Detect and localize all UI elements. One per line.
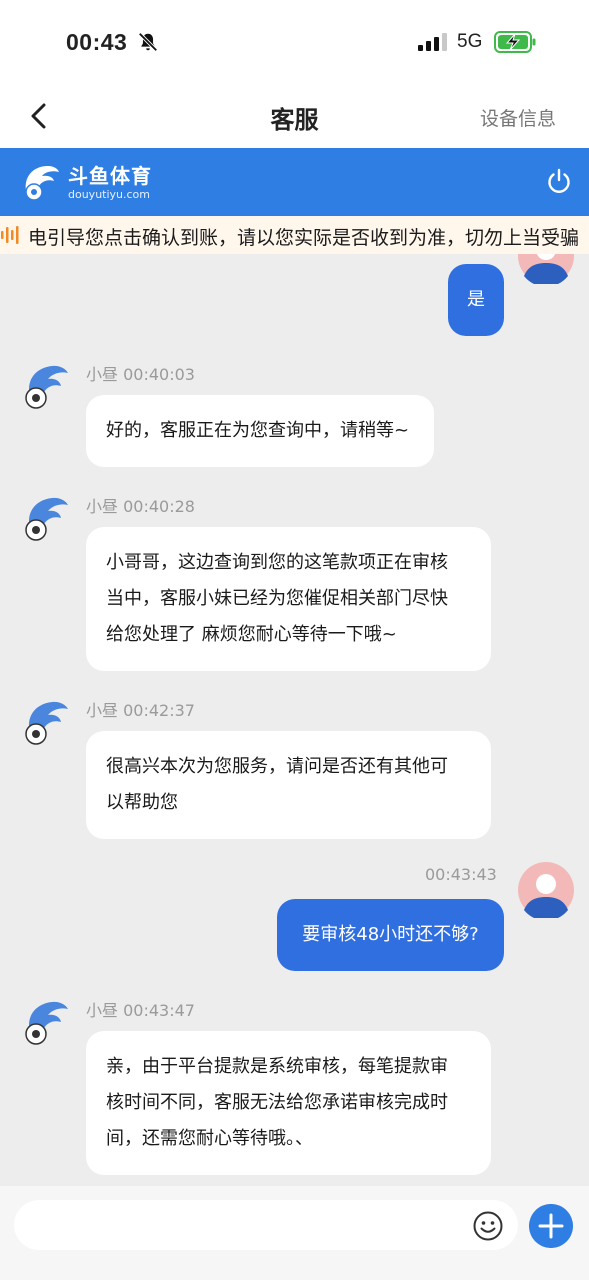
agent-meta: 小昼 00:43:47 — [86, 997, 195, 1021]
network-type: 5G — [457, 31, 483, 52]
user-avatar-icon — [518, 862, 574, 918]
chat-input-bar — [0, 1186, 589, 1280]
sound-wave-icon — [1, 226, 19, 244]
my-message-bubble: 要审核48小时还不够? — [277, 899, 504, 971]
power-icon[interactable] — [545, 167, 573, 195]
agent-meta: 小昼 00:42:37 — [86, 697, 195, 721]
message-time: 00:43:43 — [425, 865, 497, 884]
brand-url: douyutiyu.com — [68, 188, 151, 201]
message-line: 给您处理了 麻烦您耐心等待一下哦~ — [106, 624, 397, 645]
agent-avatar-icon — [25, 365, 68, 409]
message-time: 00:43:47 — [123, 1001, 195, 1020]
message-line: 小哥哥，这边查询到您的这笔款项正在审核 — [106, 552, 448, 573]
agent-name: 小昼 — [86, 1001, 119, 1020]
nav-bar: 客服 设备信息 — [0, 84, 589, 148]
message-input[interactable] — [14, 1200, 518, 1250]
add-attachment-button[interactable] — [529, 1204, 573, 1248]
agent-avatar-icon — [25, 497, 68, 541]
agent-message-bubble: 亲，由于平台提款是系统审核，每笔提款审 核时间不同，客服无法给您承诺审核完成时 … — [86, 1031, 491, 1175]
message-time: 00:40:03 — [123, 365, 195, 384]
chat-messages[interactable]: 是 小昼 00:40:03 好的，客服正在为您查询中，请稍等~ 小昼 00:40… — [0, 254, 589, 1186]
cellular-signal-icon — [418, 33, 447, 51]
status-time: 00:43 — [66, 29, 128, 55]
agent-name: 小昼 — [86, 365, 119, 384]
message-line: 很高兴本次为您服务，请问是否还有其他可 — [106, 756, 448, 777]
agent-meta: 小昼 00:40:03 — [86, 361, 195, 385]
agent-avatar-icon — [25, 1001, 68, 1045]
message-line: 核时间不同，客服无法给您承诺审核完成时 — [106, 1092, 448, 1113]
brand-name: 斗鱼体育 — [68, 164, 152, 188]
message-line: 间，还需您耐心等待哦。、 — [106, 1128, 313, 1149]
agent-message-bubble: 好的，客服正在为您查询中，请稍等~ — [86, 395, 434, 467]
brand-header: 斗鱼体育 douyutiyu.com — [0, 148, 589, 216]
message-line: 以帮助您 — [106, 792, 178, 813]
notice-text: 电引导您点击确认到账，请以您实际是否收到为准，切勿上当受骗 — [28, 227, 580, 249]
status-bar: 00:43 5G — [0, 0, 589, 84]
my-message-bubble: 是 — [448, 264, 504, 336]
emoji-icon[interactable] — [472, 1210, 504, 1242]
device-info-button[interactable]: 设备信息 — [480, 104, 556, 131]
notice-marquee: 电引导您点击确认到账，请以您实际是否收到为准，切勿上当受骗 — [0, 216, 589, 254]
user-avatar-icon — [518, 254, 574, 284]
agent-name: 小昼 — [86, 701, 119, 720]
message-line: 亲，由于平台提款是系统审核，每笔提款审 — [106, 1056, 448, 1077]
agent-meta: 小昼 00:40:28 — [86, 493, 195, 517]
brand-logo-icon — [25, 166, 60, 201]
agent-avatar-icon — [25, 701, 68, 745]
message-time: 00:42:37 — [123, 701, 195, 720]
agent-name: 小昼 — [86, 497, 119, 516]
message-line: 好的，客服正在为您查询中，请稍等~ — [106, 420, 410, 441]
battery-charging-icon — [494, 31, 536, 53]
agent-message-bubble: 很高兴本次为您服务，请问是否还有其他可 以帮助您 — [86, 731, 491, 839]
agent-message-bubble: 小哥哥，这边查询到您的这笔款项正在审核 当中，客服小妹已经为您催促相关部门尽快 … — [86, 527, 491, 671]
message-line: 当中，客服小妹已经为您催促相关部门尽快 — [106, 588, 448, 609]
message-time: 00:40:28 — [123, 497, 195, 516]
bell-muted-icon — [138, 32, 158, 52]
